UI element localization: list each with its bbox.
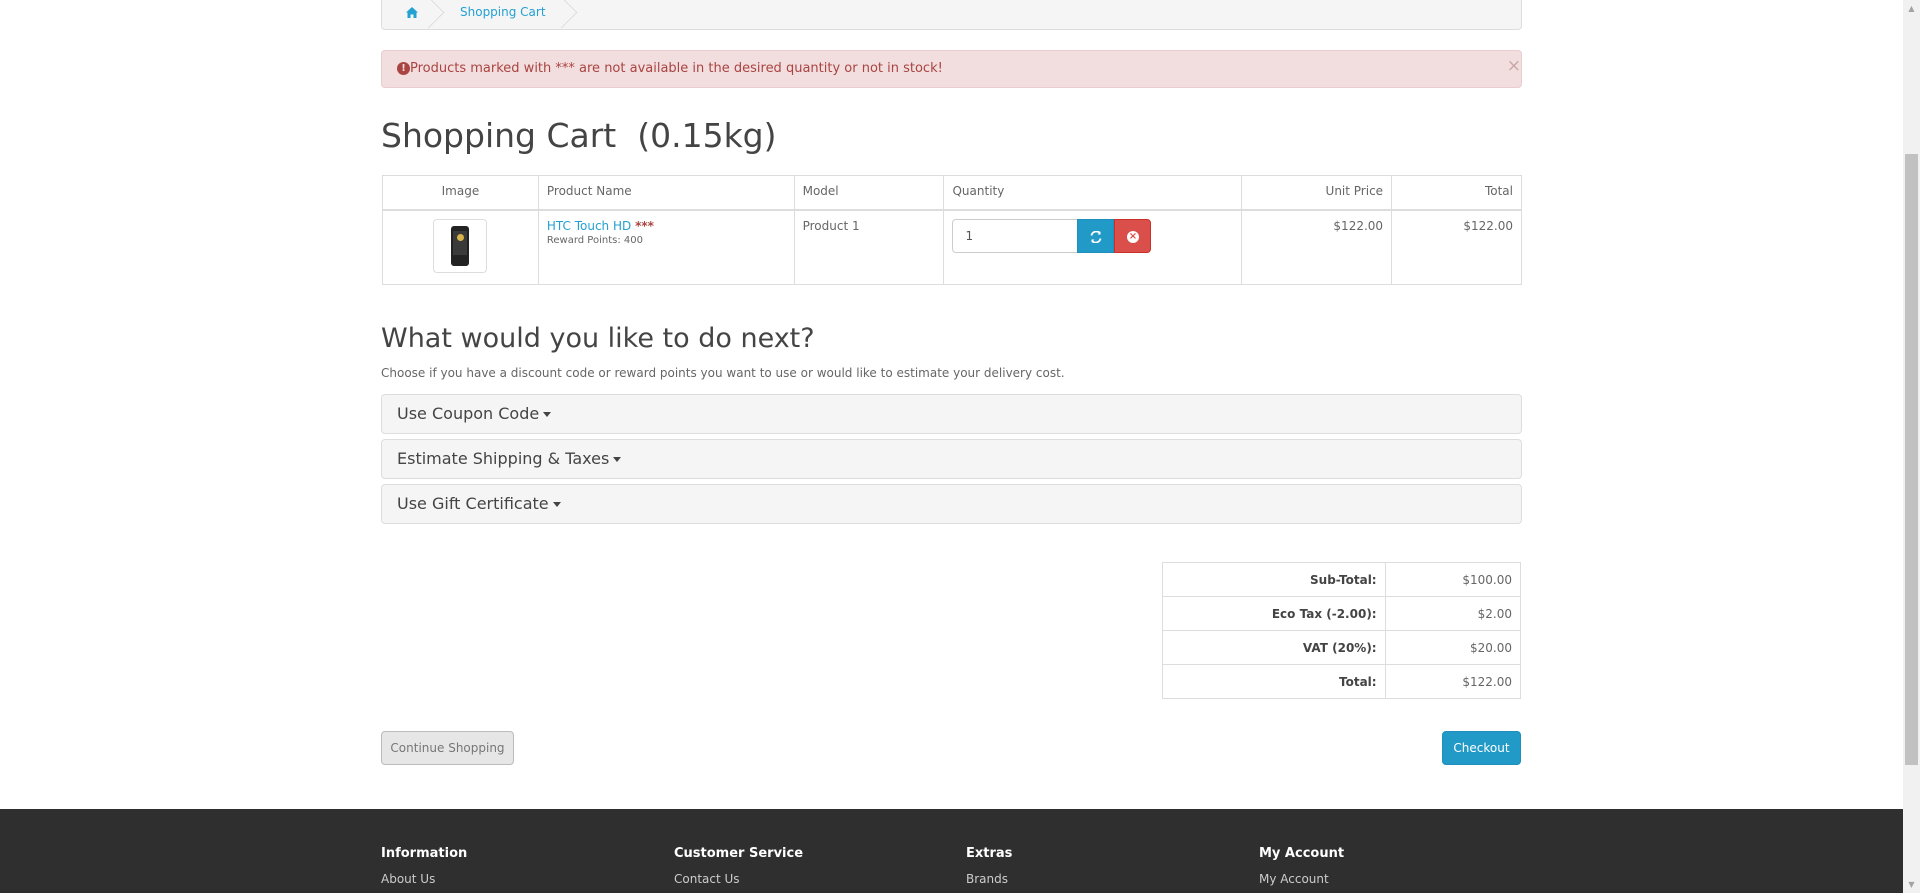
page-title: Shopping Cart (0.15kg) (381, 116, 777, 155)
col-header-product-name: Product Name (537, 175, 795, 211)
grand-total-value: $122.00 (1384, 664, 1522, 699)
footer-column-extras: Extras Brands (966, 846, 1012, 886)
footer-heading-my-account: My Account (1259, 846, 1345, 861)
grand-total-label: Total: (1162, 664, 1386, 699)
quantity-input[interactable]: 1 (952, 219, 1079, 253)
product-name-link[interactable]: HTC Touch HD (547, 219, 631, 233)
out-of-stock-marker: *** (635, 219, 654, 233)
coupon-code-panel[interactable]: Use Coupon Code (381, 394, 1522, 434)
totals-row: Total: $122.00 (1162, 664, 1522, 699)
footer-heading-information: Information (381, 846, 468, 861)
remove-item-button[interactable]: × (1114, 219, 1152, 253)
col-header-model: Model (793, 175, 945, 211)
estimate-shipping-label: Estimate Shipping & Taxes (397, 449, 610, 468)
product-name-cell: HTC Touch HD *** Reward Points: 400 (537, 209, 795, 285)
footer-heading-customer-service: Customer Service (674, 846, 804, 861)
footer-link-my-account[interactable]: My Account (1259, 872, 1344, 886)
col-header-total: Total (1391, 175, 1522, 211)
product-thumbnail[interactable] (433, 219, 488, 273)
cart-table: Image Product Name Model Quantity Unit P… (382, 175, 1522, 285)
quantity-cell: 1 × (943, 209, 1243, 285)
stock-warning-alert: ! Products marked with *** are not avail… (381, 50, 1522, 88)
gift-certificate-panel[interactable]: Use Gift Certificate (381, 484, 1522, 524)
scroll-down-arrow-icon[interactable]: ▼ (1903, 876, 1920, 893)
vertical-scrollbar[interactable]: ▲ ▼ (1903, 0, 1920, 893)
footer-heading-extras: Extras (966, 846, 1013, 861)
phone-image (451, 226, 470, 266)
unit-price-cell: $122.00 (1241, 209, 1393, 285)
estimate-shipping-panel[interactable]: Estimate Shipping & Taxes (381, 439, 1522, 479)
col-header-image: Image (382, 175, 539, 211)
col-header-quantity: Quantity (943, 175, 1243, 211)
update-quantity-button[interactable] (1077, 219, 1115, 253)
caret-down-icon (543, 412, 552, 417)
order-totals-table: Sub-Total: $100.00 Eco Tax (-2.00): $2.0… (1162, 562, 1522, 699)
times-circle-icon: × (1126, 230, 1139, 243)
eco-tax-label: Eco Tax (-2.00): (1162, 596, 1386, 631)
scrollbar-thumb[interactable] (1905, 154, 1918, 765)
totals-row: Eco Tax (-2.00): $2.00 (1162, 596, 1522, 631)
reward-points: Reward Points: 400 (546, 235, 643, 246)
model-cell: Product 1 (793, 209, 945, 285)
site-footer: Information About Us Customer Service Co… (0, 809, 1903, 893)
table-row: HTC Touch HD *** Reward Points: 400 Prod… (382, 209, 1522, 285)
caret-down-icon (613, 457, 622, 462)
continue-shopping-button[interactable]: Continue Shopping (381, 731, 514, 765)
checkout-button[interactable]: Checkout (1442, 731, 1521, 765)
breadcrumb-separator (545, 0, 578, 29)
col-header-unit-price: Unit Price (1241, 175, 1393, 211)
refresh-icon (1090, 230, 1102, 243)
exclamation-circle-icon: ! (397, 62, 410, 75)
vat-value: $20.00 (1384, 630, 1522, 665)
totals-row: Sub-Total: $100.00 (1162, 562, 1522, 597)
breadcrumb-shopping-cart-link[interactable]: Shopping Cart (460, 0, 546, 29)
footer-column-my-account: My Account My Account (1259, 846, 1344, 886)
alert-message: Products marked with *** are not availab… (410, 61, 943, 76)
alert-close-button[interactable]: × (1507, 51, 1521, 81)
eco-tax-value: $2.00 (1384, 596, 1522, 631)
coupon-code-label: Use Coupon Code (397, 404, 540, 423)
footer-link-about-us[interactable]: About Us (381, 872, 467, 886)
subtotal-label: Sub-Total: (1162, 562, 1386, 597)
row-total-cell: $122.00 (1391, 209, 1522, 285)
product-image-cell (382, 209, 539, 285)
next-steps-description: Choose if you have a discount code or re… (381, 366, 1065, 380)
caret-down-icon (552, 502, 561, 507)
gift-certificate-label: Use Gift Certificate (397, 494, 549, 513)
next-steps-heading: What would you like to do next? (381, 323, 815, 354)
scroll-up-arrow-icon[interactable]: ▲ (1903, 0, 1920, 17)
footer-link-brands[interactable]: Brands (966, 872, 1012, 886)
totals-row: VAT (20%): $20.00 (1162, 630, 1522, 665)
footer-column-information: Information About Us (381, 846, 467, 886)
subtotal-value: $100.00 (1384, 562, 1522, 597)
vat-label: VAT (20%): (1162, 630, 1386, 665)
cart-table-header: Image Product Name Model Quantity Unit P… (382, 175, 1522, 211)
footer-link-contact-us[interactable]: Contact Us (674, 872, 803, 886)
breadcrumb: Shopping Cart (381, 0, 1522, 30)
footer-column-customer-service: Customer Service Contact Us (674, 846, 803, 886)
